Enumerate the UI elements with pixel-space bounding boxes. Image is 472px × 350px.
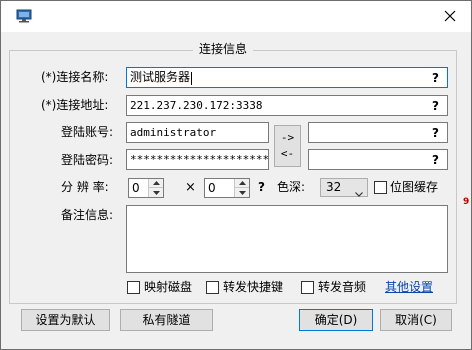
login-account-label: 登陆账号: <box>61 125 114 139</box>
notes-textarea[interactable] <box>126 205 448 273</box>
forward-audio-checkbox[interactable] <box>301 281 314 294</box>
connection-address-label: (*)连接地址: <box>41 98 109 112</box>
connection-address-input[interactable]: 221.237.230.172:3338 ? <box>126 95 448 116</box>
resolution-help-icon[interactable]: ? <box>258 178 265 196</box>
set-default-button[interactable]: 设置为默认 <box>21 309 110 331</box>
color-depth-select[interactable]: 32 <box>320 178 368 197</box>
map-disk-checkbox[interactable] <box>127 281 140 294</box>
login-password-value: ************************ <box>130 153 269 166</box>
resolution-height-spin <box>234 179 249 197</box>
resolution-width-up-button[interactable] <box>149 179 163 188</box>
computer-icon <box>15 9 33 23</box>
resolution-height-down-button[interactable] <box>235 188 249 197</box>
login-account-alt-input[interactable]: ? <box>308 122 448 143</box>
notes-label: 备注信息: <box>61 208 114 222</box>
triangle-up-icon <box>238 181 246 185</box>
resolution-height-up-button[interactable] <box>235 179 249 188</box>
group-title: 连接信息 <box>193 41 254 57</box>
private-tunnel-button[interactable]: 私有隧道 <box>120 309 213 331</box>
chevron-down-icon <box>355 185 363 202</box>
map-disk-label: 映射磁盘 <box>144 280 193 294</box>
login-password-help-icon[interactable]: ? <box>432 151 439 169</box>
swap-credentials-button[interactable]: -> <- <box>274 125 301 167</box>
forward-audio-label: 转发音频 <box>318 280 367 294</box>
arrow-left-icon: <- <box>280 147 295 160</box>
connection-address-value: 221.237.230.172:3338 <box>130 99 263 112</box>
resolution-height-value: 0 <box>208 181 216 195</box>
connection-address-help-icon[interactable]: ? <box>432 97 439 115</box>
triangle-down-icon <box>238 190 246 195</box>
login-account-help-icon[interactable]: ? <box>432 124 439 142</box>
title-bar <box>1 1 471 32</box>
login-password-alt-input[interactable]: ? <box>308 149 448 170</box>
resolution-label: 分 辨 率: <box>61 180 109 194</box>
login-account-value: administrator <box>130 126 217 139</box>
connection-name-label: (*)连接名称: <box>41 70 109 84</box>
login-account-input[interactable]: administrator <box>126 122 269 143</box>
arrow-right-icon: -> <box>280 131 295 144</box>
resolution-width-down-button[interactable] <box>149 188 163 197</box>
login-password-label: 登陆密码: <box>61 153 114 167</box>
resolution-height-stepper[interactable]: 0 <box>204 178 250 198</box>
connection-name-value: 测试服务器 <box>130 70 191 84</box>
side-marker: 9 <box>463 197 470 207</box>
connection-dialog: 连接信息 (*)连接名称: 测试服务器 ? (*)连接地址: 221.237.2… <box>0 0 472 350</box>
bitmap-cache-checkbox[interactable] <box>374 181 387 194</box>
ok-button[interactable]: 确定(D) <box>299 309 373 331</box>
text-caret <box>191 71 193 85</box>
color-depth-value: 32 <box>326 180 342 194</box>
other-settings-link[interactable]: 其他设置 <box>385 278 433 296</box>
resolution-width-stepper[interactable]: 0 <box>128 178 164 198</box>
close-icon <box>444 10 456 22</box>
resolution-width-value: 0 <box>132 181 140 195</box>
resolution-width-spin <box>148 179 163 197</box>
connection-name-help-icon[interactable]: ? <box>432 69 439 87</box>
bitmap-cache-label: 位图缓存 <box>390 180 439 194</box>
cancel-button[interactable]: 取消(C) <box>380 309 452 331</box>
forward-hotkeys-label: 转发快捷键 <box>223 280 284 294</box>
color-depth-label: 色深: <box>277 180 306 194</box>
triangle-down-icon <box>152 190 160 195</box>
triangle-up-icon <box>152 181 160 185</box>
login-password-input[interactable]: ************************ <box>126 149 269 170</box>
forward-hotkeys-checkbox[interactable] <box>206 281 219 294</box>
times-sign: × <box>185 180 196 195</box>
connection-name-input[interactable]: 测试服务器 ? <box>126 67 448 88</box>
close-button[interactable] <box>435 3 465 29</box>
